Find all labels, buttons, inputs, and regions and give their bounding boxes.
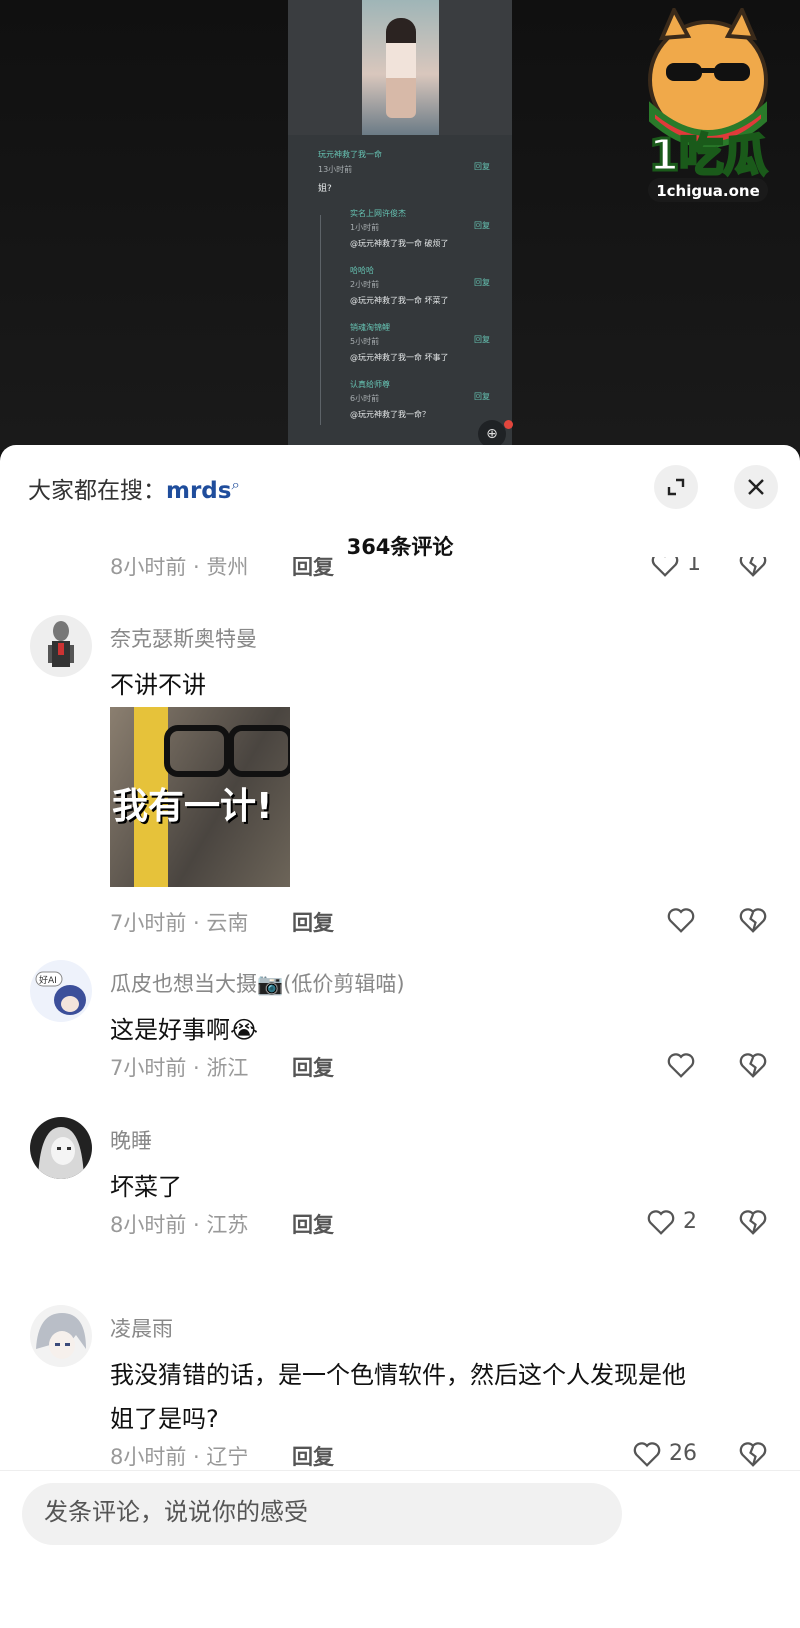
embedded-username: 认真给师尊 — [350, 380, 390, 389]
avatar[interactable] — [30, 1117, 92, 1179]
embedded-comment-screenshot: 玩元神救了我一命 回复 13小时前 姐? 实名上网许俊杰 回复 1小时前 @玩元… — [288, 135, 512, 450]
embedded-time: 2小时前 — [350, 280, 380, 289]
expand-icon — [667, 478, 685, 496]
like-button[interactable]: 2 — [646, 1207, 697, 1239]
comment-meta: 7小时前 · 浙江 — [110, 1056, 249, 1080]
expand-button[interactable] — [654, 465, 698, 509]
embedded-username: 玩元神救了我一命 — [318, 150, 382, 159]
person-figure — [386, 18, 416, 118]
close-button[interactable] — [734, 465, 778, 509]
notification-badge — [504, 420, 513, 429]
comment-text: 不讲不讲 — [110, 671, 206, 699]
comment-item: 晚睡 坏菜了 8小时前 · 江苏 回复 2 — [0, 1117, 800, 1237]
embedded-time: 13小时前 — [318, 165, 353, 174]
heart-icon — [633, 1442, 661, 1467]
embedded-reply: 回复 — [474, 278, 490, 287]
heart-icon — [667, 908, 695, 933]
embedded-time: 1小时前 — [350, 223, 380, 232]
comment-username[interactable]: 瓜皮也想当大摄📷(低价剪辑喵) — [110, 968, 405, 998]
embedded-text: @玩元神救了我一命 坏菜了 — [350, 296, 449, 305]
heart-icon — [667, 1053, 695, 1078]
comment-meta: 8小时前 · 辽宁 — [110, 1445, 249, 1469]
heart-icon — [651, 557, 679, 577]
like-count: 26 — [669, 1441, 697, 1466]
embedded-username: 哈哈哈 — [350, 266, 374, 275]
embedded-reply: 回复 — [474, 162, 490, 171]
comment-text: 坏菜了 — [110, 1173, 182, 1201]
embedded-text: @玩元神救了我一命 破烦了 — [350, 239, 449, 248]
embedded-username: 销魂淘锦鲤 — [350, 323, 390, 332]
comment-item: 凌晨雨 我没猜错的话，是一个色情软件，然后这个人发现是他 姐了是吗? 8小时前 … — [0, 1305, 800, 1469]
search-icon: ⌕ — [231, 475, 240, 494]
1chigua-logo: 1吃瓜 1chigua.one — [647, 8, 769, 202]
anime-avatar-icon — [35, 971, 86, 1015]
comment-text: 这是好事啊😭 — [110, 1016, 259, 1044]
embedded-reply: 回复 — [474, 335, 490, 344]
ultraman-avatar-icon — [48, 621, 74, 667]
logo-domain: 1chigua.one — [656, 182, 760, 200]
like-button[interactable] — [666, 905, 696, 937]
comment-username[interactable]: 奈克瑟斯奥特曼 — [110, 623, 257, 653]
like-count: 2 — [683, 1209, 697, 1234]
comment-meta: 7小时前 · 云南 — [110, 911, 249, 935]
reply-button[interactable]: 回复 — [292, 1441, 334, 1471]
like-count: 1 — [687, 557, 701, 576]
anime-avatar-icon — [38, 1127, 84, 1179]
embedded-thread-line — [320, 215, 321, 425]
search-keyword[interactable]: mrds — [166, 478, 231, 504]
broken-heart-icon — [739, 557, 767, 577]
dislike-button[interactable] — [738, 557, 768, 581]
close-icon — [748, 479, 764, 495]
embedded-username: 实名上网许俊杰 — [350, 209, 406, 218]
heart-icon — [647, 1210, 675, 1235]
reply-button[interactable]: 回复 — [292, 1209, 334, 1239]
comment-input[interactable] — [44, 1498, 564, 1526]
comment-text-line-2: 姐了是吗? — [110, 1405, 219, 1433]
reply-button[interactable]: 回复 — [292, 1052, 334, 1082]
comment-item: 8小时前 · 贵州 回复 1 — [0, 557, 800, 587]
comment-item: 好AI 瓜皮也想当大摄📷(低价剪辑喵) 这是好事啊😭 7小时前 · 浙江 回复 — [0, 960, 800, 1080]
dislike-button[interactable] — [738, 905, 768, 937]
like-button[interactable]: 26 — [632, 1439, 697, 1471]
reply-button[interactable]: 回复 — [292, 907, 334, 937]
comment-composer[interactable] — [22, 1483, 622, 1545]
avatar[interactable]: 好AI — [30, 960, 92, 1022]
comment-sheet: 大家都在搜：mrds⌕ 364条评论 8小时前 · 贵州 回复 1 奈克瑟斯奥特… — [0, 445, 800, 1628]
comment-text-line-1: 我没猜错的话，是一个色情软件，然后这个人发现是他 — [110, 1361, 686, 1389]
video-thumbnail — [362, 0, 439, 135]
search-prefix: 大家都在搜： — [28, 478, 166, 504]
reply-button[interactable]: 回复 — [292, 557, 334, 581]
broken-heart-icon — [739, 1210, 767, 1235]
broken-heart-icon — [739, 1442, 767, 1467]
embedded-time: 5小时前 — [350, 337, 380, 346]
avatar-bubble-text: 好AI — [39, 976, 57, 986]
dislike-button[interactable] — [738, 1207, 768, 1239]
composer-divider — [0, 1470, 800, 1471]
search-suggestion[interactable]: 大家都在搜：mrds⌕ — [28, 471, 240, 505]
logo-brand: 1吃瓜 — [649, 130, 768, 181]
anime-avatar-icon — [36, 1313, 86, 1359]
meme-sticker[interactable]: 我有一计! — [110, 707, 290, 887]
avatar[interactable] — [30, 1305, 92, 1367]
embedded-text: @玩元神救了我一命？ — [350, 410, 430, 419]
sticker-caption: 我有一计! — [112, 786, 273, 827]
broken-heart-icon — [739, 1053, 767, 1078]
embedded-text: @玩元神救了我一命 坏事了 — [350, 353, 449, 362]
broken-heart-icon — [739, 908, 767, 933]
comment-username[interactable]: 晚睡 — [110, 1125, 152, 1155]
embedded-reply: 回复 — [474, 221, 490, 230]
embedded-text: 姐? — [318, 184, 332, 194]
comment-username[interactable]: 凌晨雨 — [110, 1313, 173, 1343]
comment-meta: 8小时前 · 江苏 — [110, 1213, 249, 1237]
share-icon[interactable]: ⊕ — [478, 420, 506, 448]
avatar[interactable] — [30, 615, 92, 677]
like-button[interactable] — [666, 1050, 696, 1082]
like-button[interactable]: 1 — [650, 557, 701, 581]
comment-meta: 8小时前 · 贵州 — [110, 557, 249, 579]
dislike-button[interactable] — [738, 1050, 768, 1082]
embedded-time: 6小时前 — [350, 394, 380, 403]
embedded-reply: 回复 — [474, 392, 490, 401]
comment-item: 奈克瑟斯奥特曼 不讲不讲 我有一计! 7小时前 · 云南 回复 — [0, 615, 800, 935]
dislike-button[interactable] — [738, 1439, 768, 1471]
